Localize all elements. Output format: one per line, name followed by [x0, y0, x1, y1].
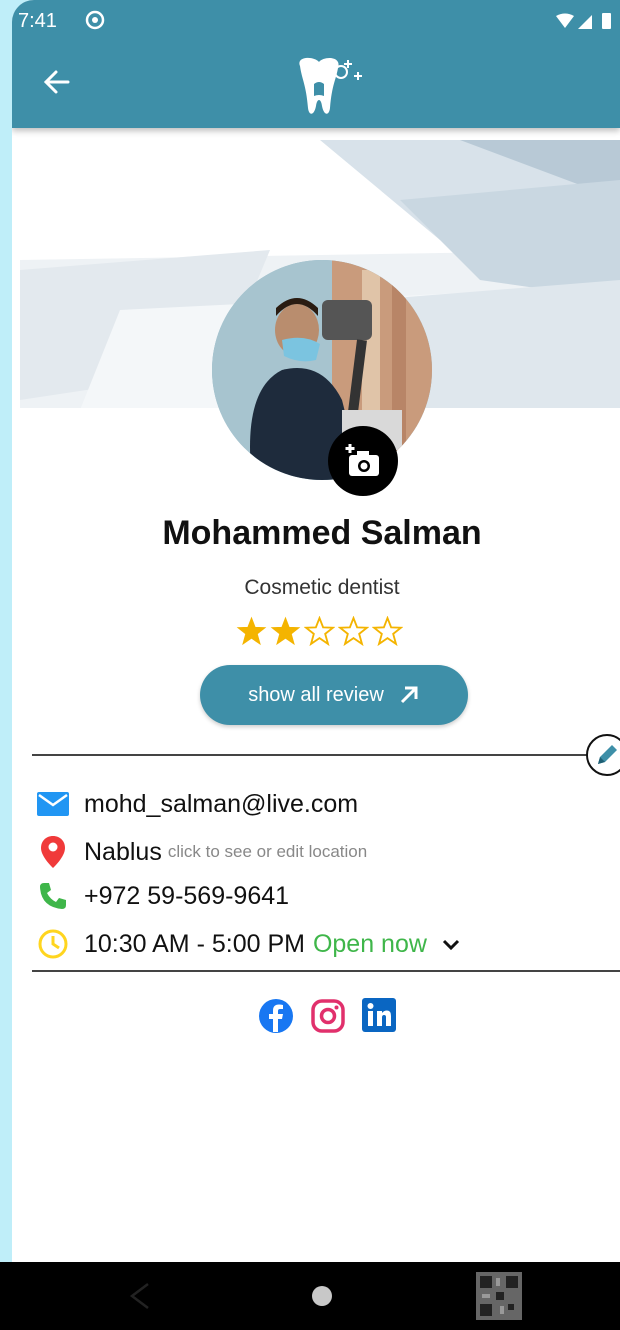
chevron-down-icon[interactable]: [441, 930, 461, 959]
social-links: [258, 998, 412, 1039]
email-value: mohd_salman@live.com: [84, 789, 359, 818]
review-button-label: show all review: [248, 683, 384, 706]
doctor-name: Mohammed Salman: [162, 514, 482, 552]
location-value: Nablus: [84, 837, 162, 866]
location-hint: click to see or edit location: [167, 842, 368, 861]
email-row[interactable]: mohd_salman@live.com: [34, 784, 358, 824]
email-icon: [34, 787, 72, 821]
divider: [32, 754, 587, 756]
edit-pencil-button[interactable]: [585, 733, 620, 777]
star-filled-icon: [270, 616, 301, 646]
app-bar: 7:41: [12, 0, 620, 128]
instagram-icon[interactable]: [310, 998, 346, 1039]
nav-back-icon[interactable]: [128, 1282, 152, 1315]
clock-icon: [34, 927, 72, 961]
rating-stars: [236, 616, 406, 652]
back-arrow-icon[interactable]: [38, 64, 78, 100]
phone-icon: [34, 879, 72, 913]
linkedin-icon[interactable]: [362, 998, 396, 1039]
app-screen: 7:41 Mohammed Salman Cosmetic dentist sh…: [12, 0, 620, 1330]
phone-value: +972 59-569-9641: [84, 881, 290, 910]
sync-icon: [84, 9, 106, 37]
system-nav-bar: [0, 1262, 620, 1330]
avatar: [212, 260, 432, 480]
star-empty-icon: [372, 616, 403, 646]
star-filled-icon: [236, 616, 267, 646]
signal-battery-icon: [554, 12, 614, 36]
phone-row[interactable]: +972 59-569-9641: [34, 876, 289, 916]
qr-code-icon[interactable]: [476, 1272, 522, 1325]
change-photo-camera-button[interactable]: [328, 426, 398, 496]
hours-row[interactable]: 10:30 AM - 5:00 PM Open now: [34, 924, 461, 964]
hours-value: 10:30 AM - 5:00 PM: [84, 929, 305, 958]
show-all-review-button[interactable]: show all review: [200, 665, 468, 725]
location-row[interactable]: Nablus click to see or edit location: [34, 832, 367, 872]
open-status: Open now: [312, 929, 427, 958]
star-empty-icon: [338, 616, 369, 646]
status-time: 7:41: [18, 10, 57, 32]
tooth-logo-icon: [286, 54, 370, 122]
open-arrow-icon: [400, 686, 418, 704]
divider: [32, 970, 620, 972]
location-pin-icon: [34, 835, 72, 869]
status-bar: 7:41: [12, 0, 620, 38]
facebook-icon[interactable]: [258, 998, 294, 1039]
nav-home-icon[interactable]: [310, 1284, 334, 1313]
star-empty-icon: [304, 616, 335, 646]
doctor-specialty: Cosmetic dentist: [244, 576, 400, 599]
